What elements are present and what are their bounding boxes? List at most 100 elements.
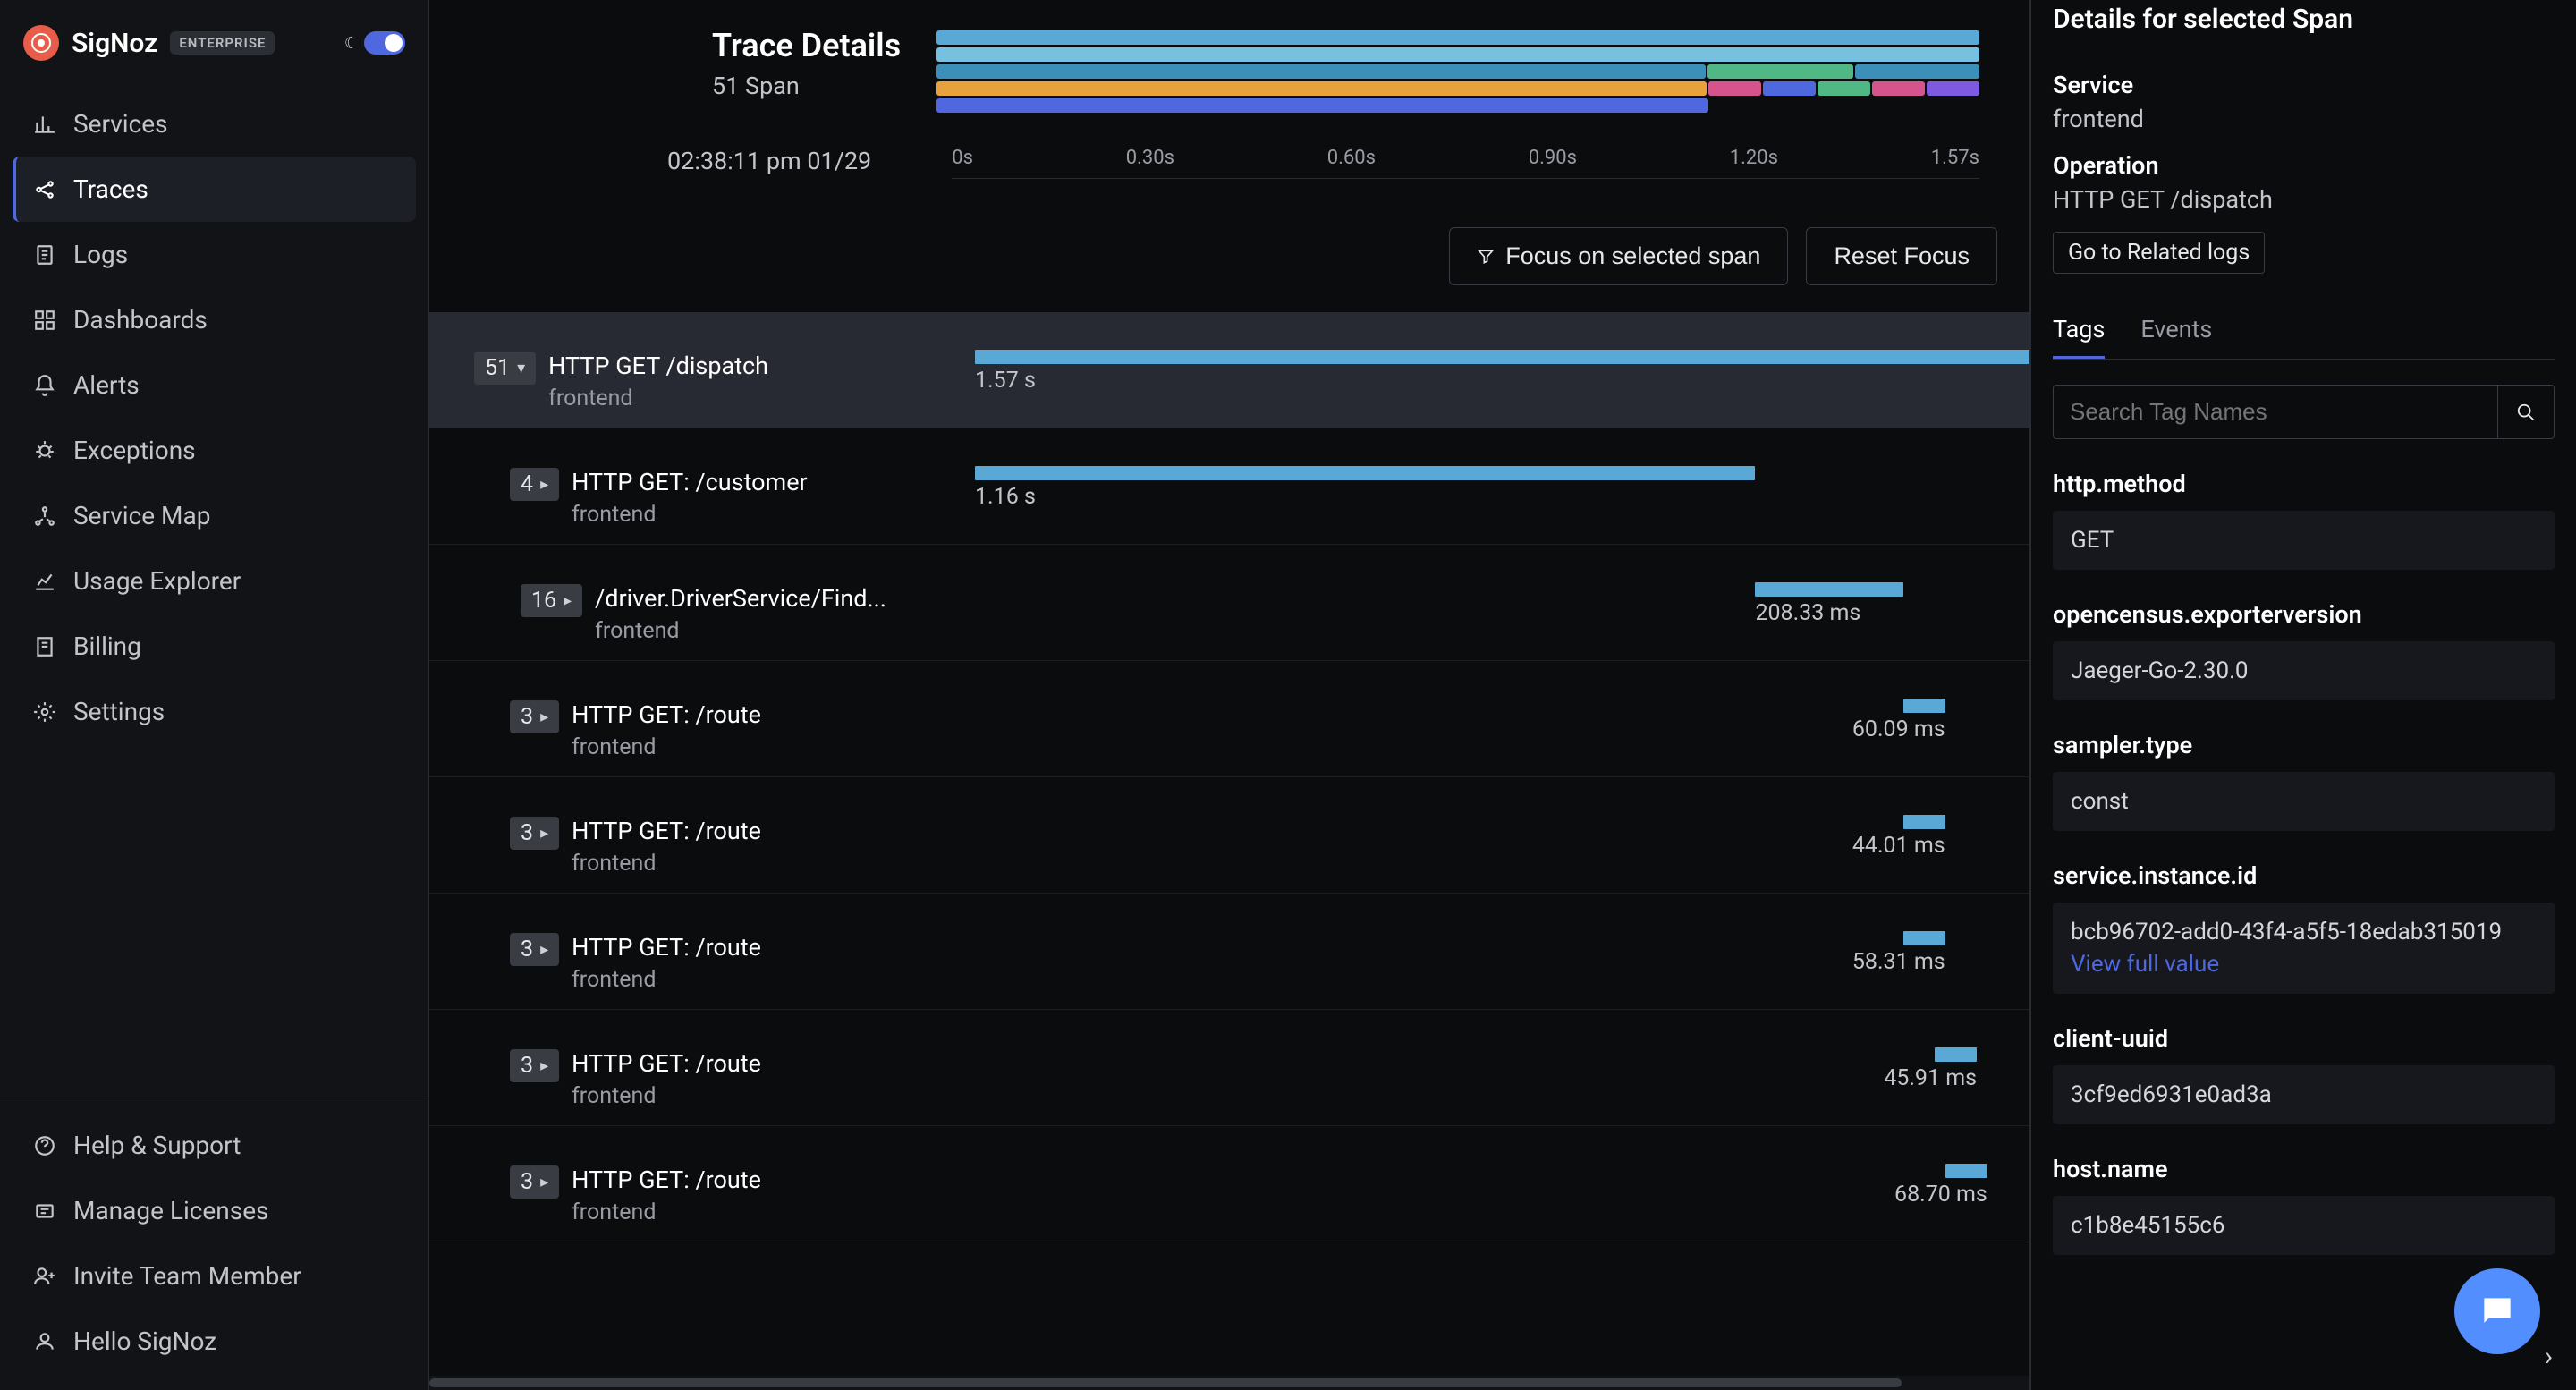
- span-operation: HTTP GET /dispatch: [548, 352, 768, 380]
- span-duration: 1.57 s: [975, 368, 1036, 394]
- filter-icon: [1477, 248, 1495, 266]
- span-count: 3: [521, 1053, 533, 1079]
- trace-header: Trace Details 51 Span: [429, 0, 2029, 138]
- tag-search-button[interactable]: [2498, 385, 2555, 439]
- chat-fab[interactable]: [2454, 1268, 2540, 1354]
- span-row[interactable]: 3 ▸ HTTP GET: /route frontend 44.01 ms: [429, 777, 2029, 894]
- sidebar-item-usage-explorer[interactable]: Usage Explorer: [13, 548, 416, 614]
- span-duration: 44.01 ms: [1852, 833, 1945, 859]
- tick-label: 0.30s: [1126, 147, 1174, 169]
- span-operation: HTTP GET: /customer: [572, 468, 808, 496]
- span-row[interactable]: 4 ▸ HTTP GET: /customer frontend 1.16 s: [429, 428, 2029, 545]
- horizontal-scrollbar[interactable]: [429, 1376, 2029, 1390]
- tick-label: 1.20s: [1730, 147, 1778, 169]
- chevron-right-icon: ▸: [540, 475, 548, 494]
- span-service: frontend: [572, 1083, 761, 1109]
- timestamp: 02:38:11 pm 01/29: [667, 147, 871, 179]
- tick-label: 0.60s: [1327, 147, 1376, 169]
- reset-focus-button[interactable]: Reset Focus: [1806, 227, 1997, 285]
- sidebar-item-settings[interactable]: Settings: [13, 679, 416, 744]
- tag-value: Jaeger-Go-2.30.0: [2053, 641, 2555, 700]
- span-tree[interactable]: 51 ▾ HTTP GET /dispatch frontend 1.57 s …: [429, 312, 2029, 1376]
- sidebar-item-manage-licenses[interactable]: Manage Licenses: [13, 1178, 416, 1243]
- tag-value: GET: [2053, 511, 2555, 570]
- chevron-right-icon: ▸: [540, 940, 548, 959]
- chevron-down-icon: ▾: [517, 359, 525, 377]
- focus-selected-button[interactable]: Focus on selected span: [1449, 227, 1788, 285]
- minimap[interactable]: [936, 27, 1979, 134]
- tag-key: client-uuid: [2053, 1024, 2555, 1053]
- span-count-pill[interactable]: 3 ▸: [510, 817, 559, 850]
- sidebar-item-alerts[interactable]: Alerts: [13, 352, 416, 418]
- sidebar-item-help-support[interactable]: Help & Support: [13, 1113, 416, 1178]
- logo-icon: [23, 25, 59, 61]
- user-plus-icon: [32, 1264, 57, 1289]
- nav-main: Services Traces Logs Dashboards Alerts Except…: [0, 86, 428, 750]
- timestamp-row: 02:38:11 pm 01/29 0s0.30s0.60s0.90s1.20s…: [429, 138, 2029, 179]
- theme-toggle[interactable]: ☾: [344, 31, 405, 55]
- tag-search-row: [2053, 385, 2555, 439]
- sidebar-item-invite-team-member[interactable]: Invite Team Member: [13, 1243, 416, 1309]
- sidebar-item-exceptions[interactable]: Exceptions: [13, 418, 416, 483]
- span-count: 3: [521, 820, 533, 846]
- span-duration: 1.16 s: [975, 484, 1036, 510]
- grid-icon: [32, 308, 57, 333]
- tag-key: sampler.type: [2053, 731, 2555, 759]
- trace-subtitle: 51 Span: [712, 72, 901, 100]
- span-count-pill[interactable]: 3 ▸: [510, 1165, 559, 1199]
- span-duration: 60.09 ms: [1852, 716, 1945, 742]
- sidebar-item-service-map[interactable]: Service Map: [13, 483, 416, 548]
- detail-heading: Details for selected Span: [2053, 0, 2555, 53]
- nav-bottom: Help & SupportManage LicensesInvite Team…: [0, 1098, 428, 1390]
- span-duration: 68.70 ms: [1894, 1182, 1987, 1208]
- span-service: frontend: [572, 1199, 761, 1225]
- sidebar-item-logs[interactable]: Logs: [13, 222, 416, 287]
- enterprise-badge: ENTERPRISE: [170, 31, 275, 55]
- sidebar: SigNoz ENTERPRISE ☾ Services Traces Logs Da…: [0, 0, 429, 1390]
- span-row[interactable]: 3 ▸ HTTP GET: /route frontend 58.31 ms: [429, 894, 2029, 1010]
- span-count-pill[interactable]: 4 ▸: [510, 468, 559, 501]
- view-full-value-link[interactable]: View full value: [2071, 951, 2537, 978]
- span-service: frontend: [572, 734, 761, 760]
- span-row[interactable]: 16 ▸ /driver.DriverService/Find... front…: [429, 545, 2029, 661]
- related-logs-button[interactable]: Go to Related logs: [2053, 232, 2265, 274]
- sidebar-item-hello-signoz[interactable]: Hello SigNoz: [13, 1309, 416, 1374]
- receipt-icon: [32, 634, 57, 659]
- sidebar-item-label: Dashboards: [73, 305, 208, 335]
- span-row[interactable]: 3 ▸ HTTP GET: /route frontend 45.91 ms: [429, 1010, 2029, 1126]
- service-value: frontend: [2053, 105, 2555, 133]
- sidebar-item-billing[interactable]: Billing: [13, 614, 416, 679]
- chevron-right-icon: ▸: [540, 824, 548, 843]
- focus-selected-label: Focus on selected span: [1505, 242, 1760, 270]
- span-count-pill[interactable]: 16 ▸: [521, 584, 582, 617]
- chevron-right-icon: ▸: [540, 1173, 548, 1191]
- detail-panel: Details for selected Span Service fronte…: [2030, 0, 2576, 1390]
- tag-key: host.name: [2053, 1155, 2555, 1183]
- span-count-pill[interactable]: 51 ▾: [474, 352, 536, 385]
- network-icon: [32, 504, 57, 529]
- sidebar-item-label: Traces: [73, 174, 148, 204]
- controls-row: Focus on selected span Reset Focus: [429, 179, 2029, 312]
- span-count: 16: [531, 588, 556, 614]
- span-count-pill[interactable]: 3 ▸: [510, 933, 559, 966]
- chevron-right-icon[interactable]: ›: [2545, 1341, 2553, 1372]
- span-count-pill[interactable]: 3 ▸: [510, 1049, 559, 1082]
- tab-events[interactable]: Events: [2140, 302, 2212, 359]
- sidebar-item-label: Service Map: [73, 501, 210, 530]
- bell-icon: [32, 373, 57, 398]
- span-row[interactable]: 3 ▸ HTTP GET: /route frontend 60.09 ms: [429, 661, 2029, 777]
- share-icon: [32, 177, 57, 202]
- span-row[interactable]: 3 ▸ HTTP GET: /route frontend 68.70 ms: [429, 1126, 2029, 1242]
- sidebar-item-services[interactable]: Services: [13, 91, 416, 157]
- span-service: frontend: [572, 967, 761, 993]
- span-count: 3: [521, 1169, 533, 1195]
- tab-tags[interactable]: Tags: [2053, 302, 2105, 359]
- sidebar-item-label: Exceptions: [73, 436, 196, 465]
- sidebar-item-traces[interactable]: Traces: [13, 157, 416, 222]
- sidebar-header: SigNoz ENTERPRISE ☾: [0, 0, 428, 86]
- span-bar: [1935, 1047, 1977, 1062]
- span-row[interactable]: 51 ▾ HTTP GET /dispatch frontend 1.57 s: [429, 312, 2029, 428]
- tag-search-input[interactable]: [2053, 385, 2498, 439]
- sidebar-item-dashboards[interactable]: Dashboards: [13, 287, 416, 352]
- span-count-pill[interactable]: 3 ▸: [510, 700, 559, 733]
